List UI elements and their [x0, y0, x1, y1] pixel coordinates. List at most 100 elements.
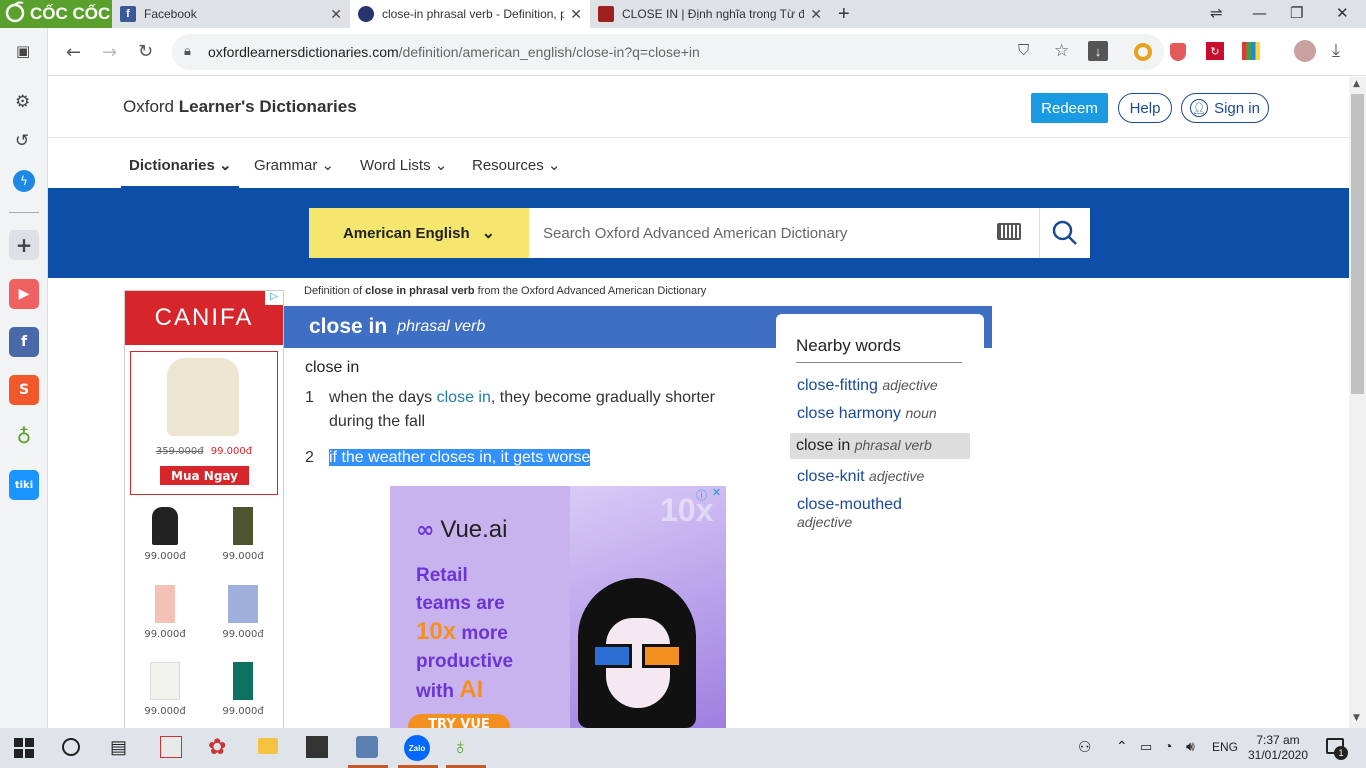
- product-item[interactable]: 99.000đ: [137, 585, 193, 640]
- sense-number: 2: [305, 449, 314, 466]
- messenger-icon[interactable]: ϟ: [13, 170, 35, 192]
- site-title-bold: Learner's Dictionaries: [178, 97, 357, 116]
- coccoc-shortcut-icon[interactable]: ♁: [9, 421, 39, 451]
- coccoc-menu-button[interactable]: CỐC CỐC: [0, 0, 112, 28]
- shield-icon[interactable]: ⛉: [1018, 42, 1029, 59]
- product-item[interactable]: 99.000đ: [137, 662, 193, 717]
- redeem-button[interactable]: Redeem: [1031, 93, 1108, 123]
- extension-grid-icon[interactable]: [1242, 42, 1260, 60]
- history-icon[interactable]: ↺: [15, 131, 29, 151]
- web-page: Oxford Learner's Dictionaries Redeem Hel…: [48, 77, 1349, 728]
- tiki-icon[interactable]: tiki: [9, 470, 39, 500]
- product-item[interactable]: 99.000đ: [215, 585, 271, 640]
- zalo-icon[interactable]: Zalo: [404, 735, 430, 761]
- sticky-notes-icon[interactable]: [306, 736, 328, 758]
- windows-start-icon[interactable]: [14, 738, 34, 758]
- shopee-icon[interactable]: S: [9, 375, 39, 405]
- youtube-icon[interactable]: ▶: [9, 279, 39, 309]
- search-input[interactable]: Search Oxford Advanced American Dictiona…: [529, 208, 1040, 258]
- nearby-word[interactable]: close-mouthed adjective: [797, 496, 947, 532]
- nav-grammar[interactable]: Grammar ⌄: [254, 156, 334, 174]
- clock[interactable]: 7:37 am 31/01/2020: [1246, 733, 1310, 763]
- nav-resources[interactable]: Resources ⌄: [472, 156, 560, 174]
- battery-icon[interactable]: ▭: [1140, 739, 1152, 755]
- ad-info-icon[interactable]: ⓘ: [696, 487, 707, 503]
- app-calendar-icon[interactable]: [160, 736, 182, 758]
- bookmark-star-icon[interactable]: ☆: [1054, 41, 1069, 61]
- help-button[interactable]: Help: [1118, 93, 1172, 123]
- task-view-icon[interactable]: ▤: [110, 737, 127, 758]
- extension-shield-icon[interactable]: [1170, 43, 1186, 61]
- site-logo[interactable]: Oxford Learner's Dictionaries: [123, 97, 357, 117]
- download-page-icon[interactable]: ↓: [1088, 41, 1108, 61]
- close-tab-icon[interactable]: ✕: [570, 6, 582, 23]
- extension-red-icon[interactable]: ↻: [1206, 42, 1224, 60]
- product-item[interactable]: 99.000đ: [215, 507, 271, 562]
- profile-avatar[interactable]: [1294, 40, 1316, 62]
- ad-close-icon[interactable]: ✕: [712, 486, 721, 499]
- definition-source: Definition of close in phrasal verb from…: [304, 285, 706, 297]
- close-tab-icon[interactable]: ✕: [810, 6, 822, 23]
- tab-search-icon[interactable]: ⇌: [1210, 4, 1223, 22]
- close-tab-icon[interactable]: ✕: [330, 6, 342, 23]
- canifa-ad[interactable]: CANIFA ▷ 359.000đ 99.000đ Mua Ngay 99.00…: [124, 290, 284, 728]
- search-button[interactable]: [1040, 208, 1090, 258]
- nearby-word[interactable]: close-knit adjective: [797, 468, 969, 486]
- tab-facebook[interactable]: f Facebook ✕: [112, 0, 350, 28]
- scroll-down-icon[interactable]: ▼: [1353, 713, 1360, 723]
- volume-icon[interactable]: 🔊︎: [1186, 738, 1195, 755]
- vue-ai-ad[interactable]: 10x ⓘ ✕ ∞ Vue.ai Retail teams are 10x mo…: [390, 486, 726, 728]
- woman-illustration: [578, 578, 696, 728]
- buy-now-button[interactable]: Mua Ngay: [160, 466, 249, 485]
- dictionary-select[interactable]: American English ⌄: [309, 208, 529, 258]
- chevron-down-icon: ⌄: [547, 157, 561, 174]
- people-icon[interactable]: ⚇: [1078, 738, 1091, 756]
- nearby-word[interactable]: close harmony noun: [797, 405, 969, 423]
- app-window-icon[interactable]: [356, 736, 378, 758]
- address-bar[interactable]: 🔒︎ oxfordlearnersdictionaries.com/defini…: [172, 34, 1164, 70]
- forward-arrow-icon[interactable]: →: [102, 42, 117, 63]
- wifi-icon[interactable]: ◔: [1164, 738, 1172, 754]
- nearby-word-current[interactable]: close in phrasal verb: [790, 433, 970, 459]
- url-path: /definition/american_english/close-in?q=…: [398, 44, 700, 60]
- back-arrow-icon[interactable]: ←: [66, 42, 81, 63]
- sidebar-toggle-icon[interactable]: ▣: [16, 42, 30, 60]
- facebook-shortcut-icon[interactable]: f: [9, 327, 39, 357]
- reload-icon[interactable]: ↻: [138, 41, 153, 62]
- new-tab-button[interactable]: +: [834, 0, 860, 28]
- add-shortcut-icon[interactable]: +: [9, 230, 39, 260]
- product-item[interactable]: 99.000đ: [137, 507, 193, 562]
- scrollbar-thumb[interactable]: [1351, 94, 1364, 394]
- product-item[interactable]: 99.000đ: [215, 662, 271, 717]
- scroll-up-icon[interactable]: ▲: [1353, 79, 1360, 89]
- minimize-icon[interactable]: —: [1252, 4, 1267, 22]
- nav-word-lists[interactable]: Word Lists ⌄: [360, 156, 447, 174]
- tab-oxford[interactable]: close-in phrasal verb - Definition, p ✕: [350, 0, 590, 28]
- coccoc-taskbar-icon[interactable]: ♁: [452, 734, 469, 760]
- input-language[interactable]: ENG: [1212, 740, 1238, 754]
- sign-in-button[interactable]: 👤︎ Sign in: [1181, 93, 1269, 123]
- extension-chrome-icon[interactable]: [1134, 43, 1152, 61]
- cortana-search-icon[interactable]: [62, 738, 80, 756]
- nearby-word-pos: phrasal verb: [854, 437, 932, 453]
- file-explorer-icon[interactable]: [258, 738, 278, 754]
- settings-gear-icon[interactable]: ⚙: [15, 92, 30, 112]
- sense-link[interactable]: close in: [437, 389, 491, 406]
- nav-dictionaries[interactable]: Dictionaries ⌄: [129, 156, 232, 174]
- browser-brand-label: CỐC CỐC: [30, 4, 111, 23]
- ad-choices-icon[interactable]: ▷: [265, 291, 283, 305]
- restore-icon[interactable]: ❐: [1290, 4, 1303, 22]
- nearby-word[interactable]: close-fitting adjective: [797, 377, 969, 395]
- downloads-icon[interactable]: ⤓: [1332, 40, 1340, 61]
- featured-product[interactable]: 359.000đ 99.000đ Mua Ngay: [130, 351, 278, 495]
- app-paint-icon[interactable]: ✿: [208, 734, 226, 760]
- coccoc-logo-icon: [4, 1, 26, 28]
- page-scrollbar[interactable]: ▲ ▼: [1349, 77, 1366, 728]
- lock-icon[interactable]: 🔒︎: [184, 43, 191, 59]
- close-window-icon[interactable]: ✕: [1336, 4, 1349, 22]
- tab-cambridge[interactable]: CLOSE IN | Định nghĩa trong Từ điể ✕: [590, 0, 830, 28]
- tray-chevron-icon[interactable]: ⌃: [1116, 738, 1128, 755]
- windows-taskbar: ▤ ✿ Zalo ♁ ⚇ ⌃ ▭ ◔ 🔊︎ ENG 7:37 am 31/01/…: [0, 728, 1366, 768]
- try-vue-button[interactable]: TRY VUE: [408, 714, 510, 728]
- keyboard-icon[interactable]: [997, 223, 1021, 240]
